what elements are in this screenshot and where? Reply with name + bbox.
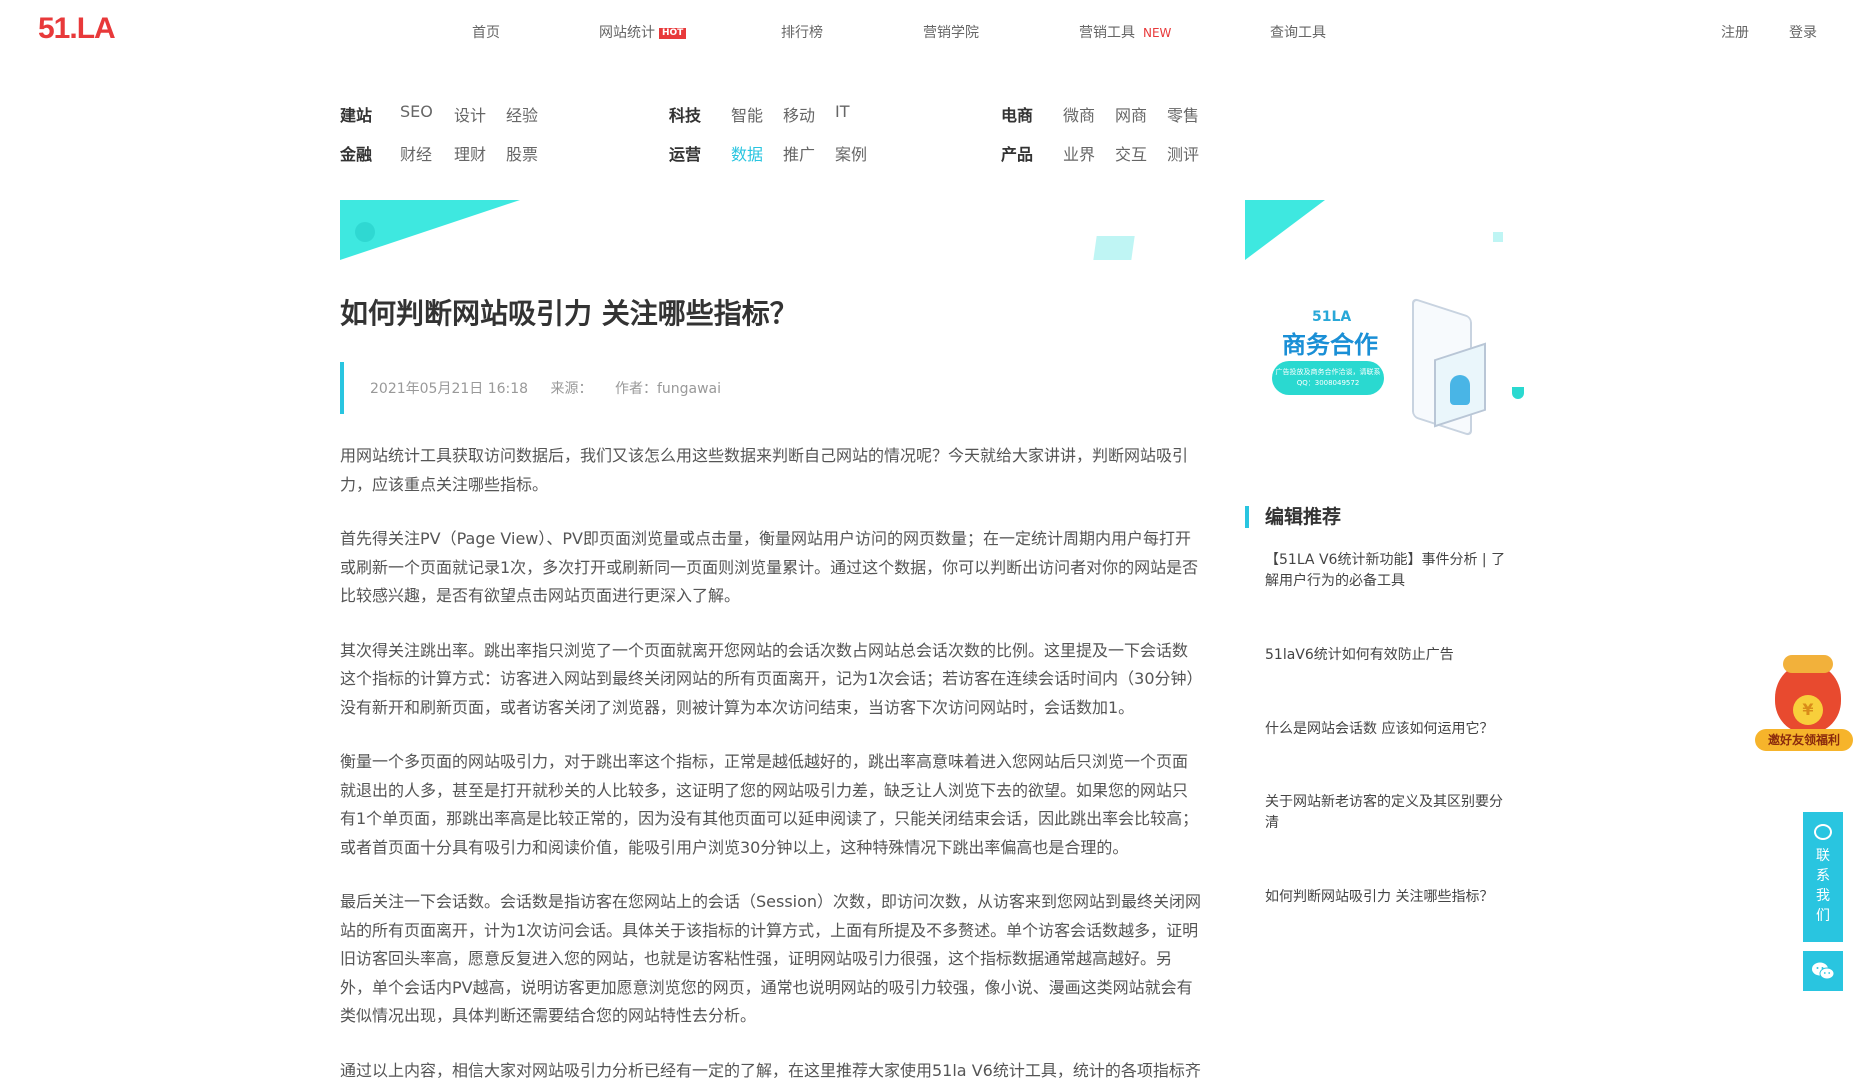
cat-link-mobile[interactable]: 移动 [783,102,815,126]
hot-badge: HOT [659,28,687,39]
cat-link-cases[interactable]: 案例 [835,141,867,165]
sidebar-decoration [1245,200,1325,260]
site-header: 51.LA 首页 网站统计 HOT 排行榜 营销学院 营销工具 NEW 查询工具 注… [0,0,1858,60]
person-illustration [1450,375,1470,405]
contact-us-button[interactable]: 联 系 我 们 [1803,812,1843,942]
article-paragraph: 通过以上内容，相信大家对网站吸引力分析已经有一定的了解，在这里推荐大家使用51l… [340,1060,1201,1080]
nav-site-stats-label: 网站统计 [599,25,655,41]
cat-head-finance[interactable]: 金融 [340,141,372,165]
contact-char: 我 [1816,888,1830,904]
business-promo-banner[interactable]: 51LA 商务合作 广告投放及商务合作洽谈，请联系 QQ：3008049572 [1272,297,1524,437]
sidebar-chip [1493,232,1503,242]
new-badge: NEW [1143,26,1172,40]
article-date: 2021年05月21日 16:18 [370,381,529,397]
promo-contact-pill: 广告投放及商务合作洽谈，请联系 QQ：3008049572 [1272,361,1384,395]
nav-academy-label: 营销学院 [923,25,979,41]
nav-ranking-label: 排行榜 [781,25,823,41]
contact-char: 们 [1816,908,1830,924]
cat-head-tech[interactable]: 科技 [669,102,701,126]
cat-link-it[interactable]: IT [835,102,850,121]
wechat-button[interactable] [1803,951,1843,991]
nav-marketing-tools[interactable]: 营销工具 NEW [1079,22,1171,42]
cat-link-wechat-biz[interactable]: 微商 [1063,102,1095,126]
promo-accent-shape [1512,387,1524,399]
article-paragraph: 首先得关注PV（Page View）、PV即页面浏览量或点击量，衡量网站用户访问… [340,529,1199,605]
cat-link-industry[interactable]: 业界 [1063,141,1095,165]
contact-char: 联 [1816,848,1830,864]
coin-icon: ¥ [1793,695,1823,725]
cat-link-retail[interactable]: 零售 [1167,102,1199,126]
cat-link-finance-econ[interactable]: 财经 [400,141,432,165]
nav-home-label: 首页 [472,25,500,41]
cat-link-experience[interactable]: 经验 [506,102,538,126]
invite-reward-label: 邀好友领福利 [1755,729,1853,751]
article-source: 来源： [550,381,593,397]
nav-academy[interactable]: 营销学院 [923,22,979,42]
cat-link-seo[interactable]: SEO [400,102,433,121]
article-author: 作者：fungawai [614,381,722,397]
cat-link-review[interactable]: 测评 [1167,141,1199,165]
cat-link-ai[interactable]: 智能 [731,102,763,126]
article-paragraph: 其次得关注跳出率。跳出率指只浏览了一个页面就离开您网站的会话次数占网站总会话次数… [340,640,1195,717]
cat-link-interaction[interactable]: 交互 [1115,141,1147,165]
invite-reward-widget[interactable]: ¥ 邀好友领福利 [1755,645,1853,755]
register-link[interactable]: 注册 [1721,22,1749,42]
recommendation-item[interactable]: 51laV6统计如何有效防止广告 [1265,645,1510,666]
recommendation-item[interactable]: 如何判断网站吸引力 关注哪些指标？ [1265,887,1510,908]
banner-chip [1093,236,1135,260]
promo-brand: 51LA [1312,309,1352,325]
cat-link-promotion[interactable]: 推广 [783,141,815,165]
recommendation-item[interactable]: 【51LA V6统计新功能】事件分析 | 了解用户行为的必备工具 [1265,550,1510,592]
cat-head-ecommerce[interactable]: 电商 [1001,102,1033,126]
cat-link-data[interactable]: 数据 [731,141,763,165]
promo-pill-line1: 广告投放及商务合作洽谈，请联系 [1275,368,1381,376]
lucky-bag-tie [1783,655,1833,673]
cat-link-design[interactable]: 设计 [454,102,486,126]
nav-query-tools[interactable]: 查询工具 [1270,22,1326,42]
article-meta: 2021年05月21日 16:18 来源： 作者：fungawai [340,362,739,414]
promo-pill-line2: QQ：3008049572 [1296,379,1360,387]
nav-query-tools-label: 查询工具 [1270,25,1326,41]
recommendation-item[interactable]: 什么是网站会话数 应该如何运用它？ [1265,719,1510,740]
article-paragraph: 衡量一个多页面的网站吸引力，对于跳出率这个指标，正常是越低越好的，跳出率高意味着… [340,752,1199,857]
article-body: 用网站统计工具获取访问数据后，我们又该怎么用这些数据来判断自己网站的情况呢？今天… [340,442,1202,1080]
chat-bubble-icon [1814,824,1832,840]
cat-head-operations[interactable]: 运营 [669,141,701,165]
recommendation-item[interactable]: 关于网站新老访客的定义及其区别要分清 [1265,792,1510,834]
nav-home[interactable]: 首页 [472,22,500,42]
article-paragraph: 用网站统计工具获取访问数据后，我们又该怎么用这些数据来判断自己网站的情况呢？今天… [340,446,1189,494]
wechat-icon [1812,962,1834,980]
article-title: 如何判断网站吸引力 关注哪些指标？ [340,297,798,330]
main-nav: 首页 网站统计 HOT 排行榜 营销学院 营销工具 NEW 查询工具 [0,22,1858,42]
editor-picks-title: 编辑推荐 [1245,506,1341,528]
nav-ranking[interactable]: 排行榜 [781,22,823,42]
nav-marketing-tools-label: 营销工具 [1079,25,1135,41]
cat-link-stocks[interactable]: 股票 [506,141,538,165]
cat-link-wealth[interactable]: 理财 [454,141,486,165]
login-link[interactable]: 登录 [1789,22,1817,42]
banner-dot [355,222,375,242]
cat-head-jianzhan[interactable]: 建站 [340,102,372,126]
promo-title: 商务合作 [1282,331,1378,359]
cat-head-product[interactable]: 产品 [1001,141,1033,165]
nav-site-stats[interactable]: 网站统计 HOT [599,22,687,42]
contact-char: 系 [1816,868,1830,884]
cat-link-online-biz[interactable]: 网商 [1115,102,1147,126]
article-paragraph: 最后关注一下会话数。会话数是指访客在您网站上的会话（Session）次数，即访问… [340,892,1202,1025]
